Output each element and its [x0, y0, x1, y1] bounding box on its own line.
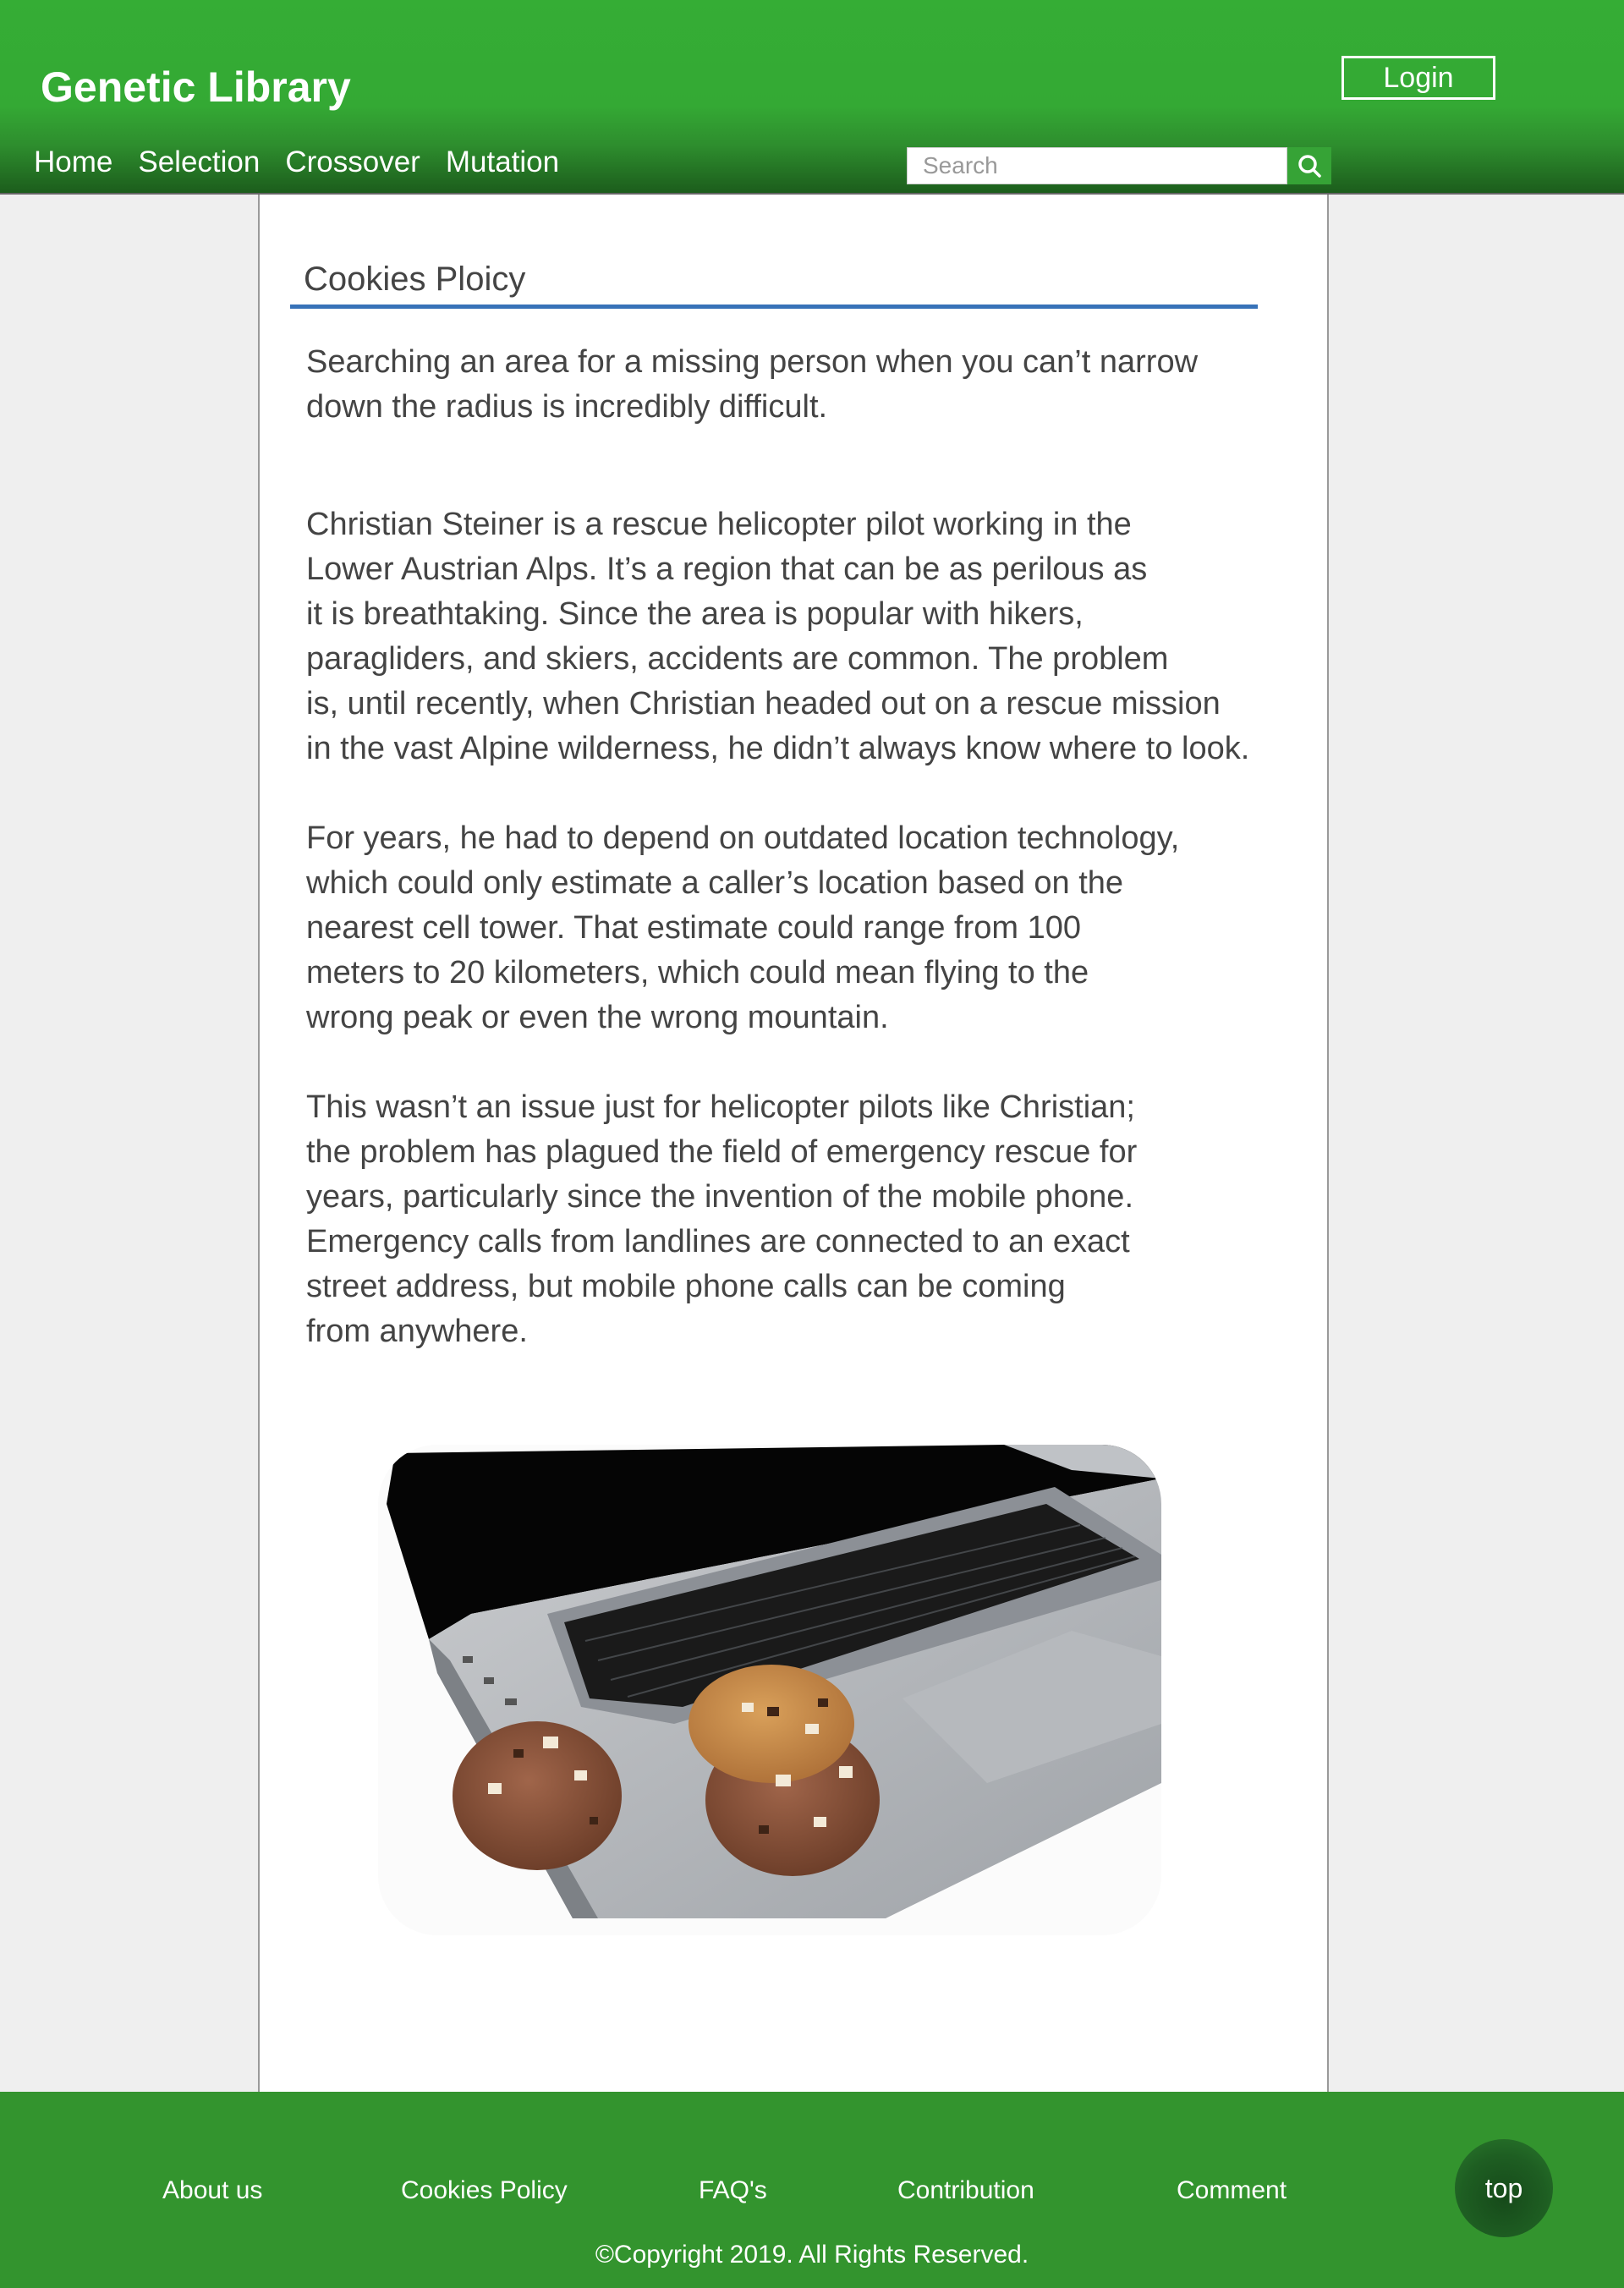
- article-paragraph: Searching an area for a missing person w…: [306, 344, 1199, 425]
- heading-divider: [290, 305, 1258, 309]
- footer-link-comment[interactable]: Comment: [1177, 2176, 1287, 2205]
- copyright-text: ©Copyright 2019. All Rights Reserved.: [595, 2241, 1029, 2269]
- article-body: Searching an area for a missing person w…: [306, 340, 1313, 1399]
- nav-item-crossover[interactable]: Crossover: [285, 145, 420, 179]
- main-content: Cookies Ploicy Searching an area for a m…: [258, 195, 1329, 2092]
- main-nav: Home Selection Crossover Mutation: [34, 145, 584, 179]
- nav-item-mutation[interactable]: Mutation: [446, 145, 559, 179]
- footer-link-contribution[interactable]: Contribution: [897, 2176, 1034, 2205]
- search-icon: [1298, 155, 1321, 178]
- footer-link-cookies-policy[interactable]: Cookies Policy: [401, 2176, 568, 2205]
- search-input[interactable]: [907, 147, 1287, 184]
- nav-item-selection[interactable]: Selection: [138, 145, 260, 179]
- search-button[interactable]: [1287, 147, 1331, 184]
- page-title: Cookies Ploicy: [304, 261, 526, 298]
- site-footer: About us Cookies Policy FAQ's Contributi…: [0, 2092, 1624, 2288]
- footer-link-faqs[interactable]: FAQ's: [699, 2176, 767, 2205]
- footer-link-about-us[interactable]: About us: [162, 2176, 262, 2205]
- back-to-top-button[interactable]: top: [1455, 2139, 1553, 2237]
- login-button[interactable]: Login: [1341, 56, 1495, 100]
- site-title[interactable]: Genetic Library: [41, 63, 351, 112]
- laptop-cookies-image: [378, 1445, 1161, 1935]
- site-header: Genetic Library Login Home Selection Cro…: [0, 0, 1624, 195]
- article-paragraph: This wasn’t an issue just for helicopter…: [306, 1089, 1138, 1349]
- nav-item-home[interactable]: Home: [34, 145, 112, 179]
- article-paragraph: For years, he had to depend on outdated …: [306, 820, 1180, 1035]
- article-paragraph: Christian Steiner is a rescue helicopter…: [306, 507, 1250, 766]
